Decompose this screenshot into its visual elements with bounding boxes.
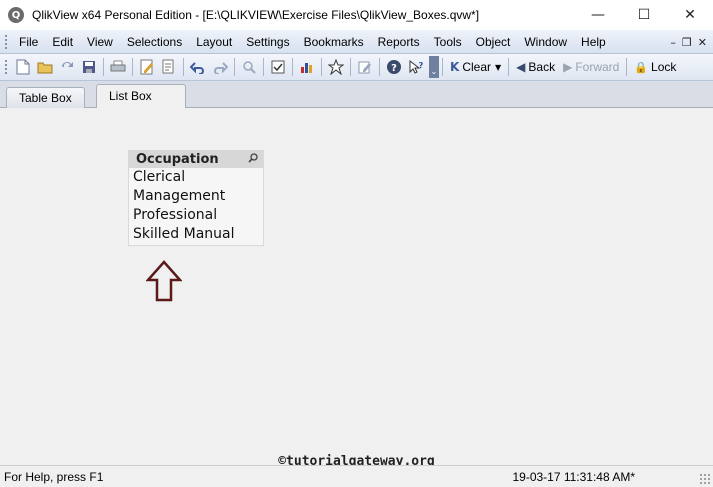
toolbar-grip-icon[interactable] bbox=[4, 59, 8, 75]
lock-button[interactable]: 🔒 Lock bbox=[630, 56, 680, 78]
search-icon[interactable] bbox=[248, 153, 258, 166]
menu-bookmarks[interactable]: Bookmarks bbox=[297, 30, 371, 54]
sheet-tab-strip: Table Box List Box bbox=[0, 81, 713, 109]
svg-text:?: ? bbox=[419, 61, 424, 70]
help-icon[interactable]: ? bbox=[385, 58, 403, 76]
maximize-button[interactable]: ☐ bbox=[621, 0, 667, 30]
toolbar-separator bbox=[379, 58, 380, 76]
status-help-text: For Help, press F1 bbox=[4, 469, 104, 484]
undo-icon[interactable] bbox=[189, 58, 207, 76]
save-icon[interactable] bbox=[80, 58, 98, 76]
clear-label: Clear bbox=[462, 60, 491, 74]
chevron-down-icon[interactable]: ▼ bbox=[495, 63, 501, 72]
menubar-grip-icon[interactable] bbox=[4, 33, 8, 50]
toolbar-separator bbox=[508, 58, 510, 76]
status-timestamp: 19-03-17 11:31:48 AM* bbox=[512, 469, 635, 484]
edit-icon[interactable] bbox=[356, 58, 374, 76]
menu-settings[interactable]: Settings bbox=[239, 30, 296, 54]
document-minimize-button[interactable]: – bbox=[670, 36, 676, 49]
clear-icon: K bbox=[450, 60, 460, 74]
menu-layout[interactable]: Layout bbox=[189, 30, 239, 54]
back-arrow-icon: ◀ bbox=[516, 60, 526, 74]
back-label: Back bbox=[528, 60, 556, 74]
chart-icon[interactable] bbox=[298, 58, 316, 76]
toolbar-separator bbox=[350, 58, 351, 76]
print-icon[interactable] bbox=[109, 58, 127, 76]
toolbar-separator bbox=[132, 58, 133, 76]
svg-text:?: ? bbox=[391, 63, 397, 74]
forward-button[interactable]: ▶ Forward bbox=[559, 56, 623, 78]
document-restore-button[interactable]: ❐ bbox=[682, 36, 692, 49]
lock-icon: 🔒 bbox=[634, 60, 649, 74]
up-arrow-annotation-icon bbox=[146, 260, 182, 302]
menu-tools[interactable]: Tools bbox=[427, 30, 469, 54]
edit-script-icon[interactable] bbox=[138, 58, 156, 76]
document-close-button[interactable]: ✕ bbox=[698, 36, 707, 49]
sheet-canvas: Occupation Clerical Management Professio… bbox=[0, 108, 713, 469]
toolbar-separator bbox=[263, 58, 264, 76]
close-button[interactable]: ✕ bbox=[667, 0, 713, 30]
title-bar: Q QlikView x64 Personal Edition - [E:\QL… bbox=[0, 0, 713, 30]
clear-button[interactable]: K Clear ▼ bbox=[446, 56, 505, 78]
document-window-controls: – ❐ ✕ bbox=[670, 30, 707, 54]
toolbar-separator bbox=[183, 58, 184, 76]
toolbar: ? ? ⌄ K Clear ▼ ◀ Back ▶ Forward 🔒 Lock bbox=[0, 54, 713, 81]
new-icon[interactable] bbox=[14, 58, 32, 76]
qlikview-app-icon[interactable]: Q bbox=[8, 7, 24, 23]
list-item[interactable]: Professional bbox=[129, 206, 263, 225]
redo-icon[interactable] bbox=[211, 58, 229, 76]
toolbar-separator bbox=[103, 58, 104, 76]
menu-view[interactable]: View bbox=[80, 30, 120, 54]
properties-icon[interactable] bbox=[269, 58, 287, 76]
window-controls: — ☐ ✕ bbox=[575, 0, 713, 30]
whats-this-icon[interactable]: ? bbox=[407, 58, 425, 76]
lock-label: Lock bbox=[651, 60, 677, 74]
menu-bar: File Edit View Selections Layout Setting… bbox=[0, 30, 713, 54]
back-button[interactable]: ◀ Back bbox=[512, 56, 559, 78]
reload-icon[interactable] bbox=[58, 58, 76, 76]
toolbar-separator bbox=[442, 58, 443, 76]
toolbar-separator bbox=[234, 58, 235, 76]
open-icon[interactable] bbox=[36, 58, 54, 76]
list-item[interactable]: Management bbox=[129, 187, 263, 206]
list-item[interactable]: Skilled Manual bbox=[129, 225, 263, 244]
menu-file[interactable]: File bbox=[12, 30, 45, 54]
menu-window[interactable]: Window bbox=[517, 30, 574, 54]
edit-module-icon[interactable] bbox=[160, 58, 178, 76]
menu-help[interactable]: Help bbox=[574, 30, 613, 54]
search-icon[interactable] bbox=[240, 58, 258, 76]
listbox-title: Occupation bbox=[136, 152, 219, 167]
menu-edit[interactable]: Edit bbox=[45, 30, 80, 54]
toolbar-separator bbox=[626, 58, 628, 76]
listbox-caption[interactable]: Occupation bbox=[129, 151, 263, 168]
resize-grip-icon[interactable] bbox=[699, 473, 711, 485]
minimize-button[interactable]: — bbox=[575, 0, 621, 30]
menu-selections[interactable]: Selections bbox=[120, 30, 189, 54]
list-item[interactable]: Clerical bbox=[129, 168, 263, 187]
forward-arrow-icon: ▶ bbox=[563, 60, 573, 74]
toolbar-overflow-button[interactable]: ⌄ bbox=[429, 56, 439, 78]
occupation-listbox[interactable]: Occupation Clerical Management Professio… bbox=[128, 150, 264, 246]
menu-reports[interactable]: Reports bbox=[371, 30, 427, 54]
toolbar-separator bbox=[292, 58, 293, 76]
tab-table-box[interactable]: Table Box bbox=[6, 87, 85, 108]
menu-object[interactable]: Object bbox=[469, 30, 518, 54]
tab-list-box[interactable]: List Box bbox=[96, 84, 186, 109]
window-title: QlikView x64 Personal Edition - [E:\QLIK… bbox=[32, 8, 480, 22]
toolbar-separator bbox=[321, 58, 322, 76]
bookmark-star-icon[interactable] bbox=[327, 58, 345, 76]
forward-label: Forward bbox=[575, 60, 620, 74]
status-bar: For Help, press F1 19-03-17 11:31:48 AM* bbox=[0, 465, 713, 487]
